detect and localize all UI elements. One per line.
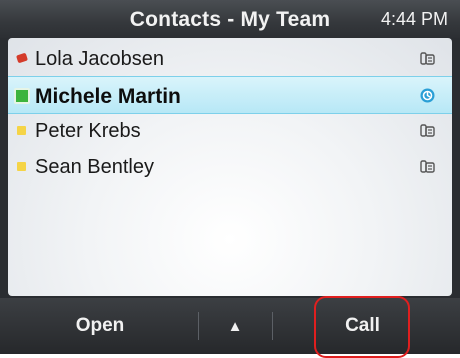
contact-list: Lola Jacobsen Michele Martin Peter Krebs [8,38,452,296]
contact-row-lola-jacobsen[interactable]: Lola Jacobsen [8,40,452,78]
call-highlight-annotation [314,296,410,358]
title-bar: Contacts - My Team 4:44 PM [0,0,460,38]
contact-name: Sean Bentley [35,156,154,178]
phone-icon [420,160,435,173]
contact-name: Peter Krebs [35,120,141,142]
phone-icon [420,52,435,65]
contact-row-peter-krebs[interactable]: Peter Krebs [8,112,452,150]
presence-icon [420,88,435,103]
scroll-up-softkey[interactable]: ▲ [210,298,260,354]
busy-status-icon [16,52,28,64]
contact-name: Lola Jacobsen [35,48,164,70]
contact-row-sean-bentley[interactable]: Sean Bentley [8,148,452,186]
contact-name: Michele Martin [35,85,181,108]
available-status-icon [14,88,30,104]
away-status-icon [17,162,26,171]
phone-icon [420,124,435,137]
open-softkey[interactable]: Open [40,298,160,354]
clock: 4:44 PM [380,9,448,29]
contact-row-michele-martin[interactable]: Michele Martin [8,76,452,114]
away-status-icon [17,126,26,135]
softkey-divider [198,312,199,340]
softkey-divider [272,312,273,340]
